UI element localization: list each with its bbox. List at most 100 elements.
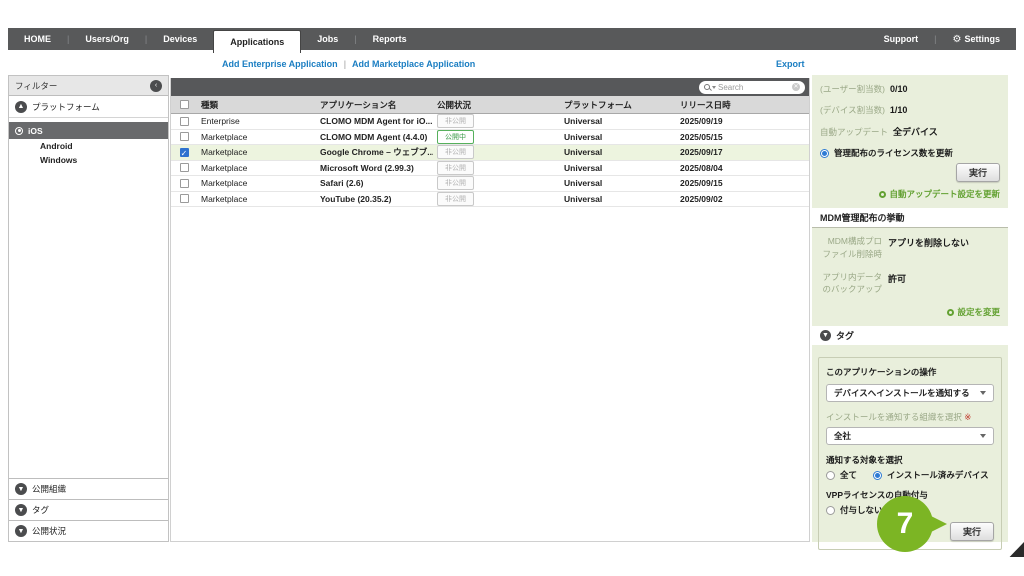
run-operation-button[interactable]: 実行	[950, 522, 994, 541]
sidebar-item-windows[interactable]: Windows	[9, 153, 168, 167]
row-checkbox[interactable]: ✓	[180, 148, 189, 157]
target-option-installed-label[interactable]: インストール済みデバイス	[887, 469, 989, 481]
auto-update-settings-link[interactable]: 自動アップデート設定を更新	[820, 188, 1000, 200]
chevron-down-icon: ▼	[820, 330, 831, 341]
app-name[interactable]: Safari (2.6)	[316, 178, 433, 188]
tab-jobs[interactable]: Jobs	[301, 28, 354, 50]
tab-home[interactable]: HOME	[8, 28, 67, 50]
radio-icon[interactable]	[826, 471, 835, 480]
change-settings-link[interactable]: 設定を変更	[820, 306, 1000, 318]
filter-header: フィルター ‹	[9, 76, 168, 96]
app-platform: Universal	[560, 116, 676, 126]
add-enterprise-application-link[interactable]: Add Enterprise Application	[222, 59, 338, 69]
sidebar-section-publish-status[interactable]: ▼ 公開状況	[9, 520, 168, 541]
run-license-update-button[interactable]: 実行	[956, 163, 1000, 182]
operation-title: このアプリケーションの操作	[826, 366, 994, 378]
sidebar-item-ios[interactable]: iOS	[9, 122, 168, 139]
search-input[interactable]	[718, 83, 790, 92]
table-row[interactable]: Marketplace YouTube (20.35.2) 非公開 Univer…	[171, 192, 809, 208]
row-checkbox[interactable]	[180, 194, 189, 203]
app-platform: Universal	[560, 132, 676, 142]
license-update-radio-row[interactable]: 管理配布のライセンス数を更新	[820, 147, 1000, 159]
tab-users-org[interactable]: Users/Org	[69, 28, 145, 50]
app-name[interactable]: Google Chrome – ウェブブ...	[316, 146, 433, 158]
app-type: Marketplace	[197, 178, 316, 188]
column-header-platform[interactable]: プラットフォーム	[560, 99, 676, 111]
section-label: 公開組織	[32, 483, 66, 495]
platform-item-label: iOS	[28, 126, 43, 136]
tag-section-header[interactable]: ▼ タグ	[812, 326, 1008, 345]
tab-reports[interactable]: Reports	[357, 28, 423, 50]
support-link[interactable]: Support	[868, 34, 935, 44]
export-link[interactable]: Export	[776, 59, 805, 69]
device-quota-value: 1/10	[890, 105, 908, 115]
table-header-row: 種類 アプリケーション名 公開状況 プラットフォーム リリース日時	[171, 96, 809, 114]
sidebar-section-tags[interactable]: ▼ タグ	[9, 499, 168, 520]
app-name[interactable]: Microsoft Word (2.99.3)	[316, 163, 433, 173]
tag-section-label: タグ	[836, 329, 854, 342]
column-header-name[interactable]: アプリケーション名	[316, 99, 433, 111]
filter-title: フィルター	[15, 80, 150, 92]
table-row[interactable]: ✓ Marketplace Google Chrome – ウェブブ... 非公…	[171, 145, 809, 161]
sidebar-section-published-org[interactable]: ▼ 公開組織	[9, 478, 168, 499]
table-row[interactable]: Enterprise CLOMO MDM Agent for iO... 非公開…	[171, 114, 809, 130]
settings-link[interactable]: ⚙ Settings	[937, 34, 1016, 45]
app-release-date: 2025/09/17	[676, 147, 809, 157]
user-quota-value: 0/10	[890, 84, 908, 94]
status-badge: 非公開	[437, 176, 474, 190]
app-platform: Universal	[560, 194, 676, 204]
add-marketplace-application-link[interactable]: Add Marketplace Application	[352, 59, 475, 69]
section-label: タグ	[32, 504, 49, 516]
status-badge: 公開中	[437, 130, 474, 144]
table-row[interactable]: Marketplace Microsoft Word (2.99.3) 非公開 …	[171, 161, 809, 177]
chevron-down-icon	[980, 391, 986, 395]
table-row[interactable]: Marketplace Safari (2.6) 非公開 Universal 2…	[171, 176, 809, 192]
notify-org-select[interactable]: 全社	[826, 427, 994, 445]
column-header-type[interactable]: 種類	[197, 99, 316, 111]
app-release-date: 2025/09/19	[676, 116, 809, 126]
row-checkbox[interactable]	[180, 132, 189, 141]
collapse-sidebar-icon[interactable]: ‹	[150, 80, 162, 92]
notify-target-options: 全て インストール済みデバイス	[826, 469, 994, 481]
select-all-checkbox[interactable]	[180, 100, 189, 109]
license-update-radio-label: 管理配布のライセンス数を更新	[834, 147, 953, 159]
applications-table: ✕ 種類 アプリケーション名 公開状況 プラットフォーム リリース日時 Ente…	[170, 78, 810, 542]
required-mark: ※	[964, 412, 971, 422]
sidebar-item-android[interactable]: Android	[9, 139, 168, 153]
sidebar-section-platform[interactable]: ▲ プラットフォーム	[9, 96, 168, 118]
radio-icon[interactable]	[826, 506, 835, 515]
clear-search-icon[interactable]: ✕	[792, 83, 800, 91]
app-type: Marketplace	[197, 163, 316, 173]
tab-devices[interactable]: Devices	[147, 28, 213, 50]
chevron-down-icon	[980, 434, 986, 438]
app-name[interactable]: CLOMO MDM Agent (4.4.0)	[316, 132, 433, 142]
status-badge: 非公開	[437, 145, 474, 159]
search-filter-caret-icon[interactable]	[712, 86, 716, 89]
add-links-row: Add Enterprise Application|Add Marketpla…	[222, 59, 475, 69]
app-platform: Universal	[560, 178, 676, 188]
notify-target-label: 通知する対象を選択	[826, 454, 994, 466]
operation-action-select[interactable]: デバイスへインストールを通知する	[826, 384, 994, 402]
row-checkbox[interactable]	[180, 117, 189, 126]
table-row[interactable]: Marketplace CLOMO MDM Agent (4.4.0) 公開中 …	[171, 130, 809, 146]
step-callout-badge: 7	[877, 496, 933, 552]
green-bullet-icon	[947, 309, 954, 316]
app-type: Enterprise	[197, 116, 316, 126]
app-name[interactable]: CLOMO MDM Agent for iO...	[316, 116, 433, 126]
selected-target-icon	[15, 127, 23, 135]
search-box[interactable]: ✕	[699, 81, 805, 94]
radio-icon[interactable]	[873, 471, 882, 480]
target-option-all-label[interactable]: 全て	[840, 469, 857, 481]
app-name[interactable]: YouTube (20.35.2)	[316, 194, 433, 204]
gear-icon: ⚙	[953, 34, 962, 45]
row-checkbox[interactable]	[180, 163, 189, 172]
column-header-release[interactable]: リリース日時	[676, 99, 809, 111]
row-checkbox[interactable]	[180, 179, 189, 188]
tab-applications[interactable]: Applications	[213, 30, 301, 53]
radio-icon[interactable]	[820, 149, 829, 158]
column-header-status[interactable]: 公開状況	[433, 99, 560, 111]
mdm-profile-delete-row: MDM構成プロファイル削除時 アプリを削除しない	[820, 235, 1000, 261]
auto-update-settings-link-label: 自動アップデート設定を更新	[889, 188, 1000, 200]
settings-label: Settings	[964, 34, 1000, 44]
chevron-down-icon: ▼	[15, 483, 27, 495]
